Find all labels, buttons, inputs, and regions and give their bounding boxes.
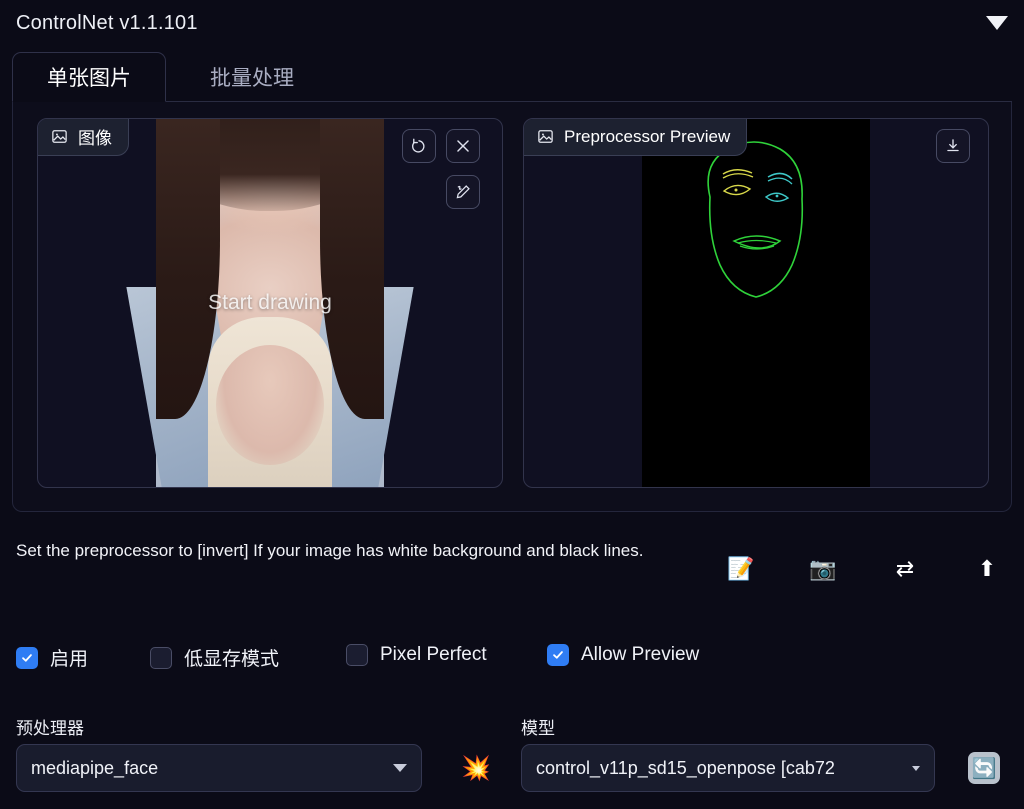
camera-icon[interactable]: 📷 xyxy=(806,552,840,586)
checkbox-pixel-perfect-label: Pixel Perfect xyxy=(380,644,487,665)
eyebrow-left-path-2 xyxy=(722,173,754,179)
checkbox-box xyxy=(547,644,569,666)
image-panel-badge: 图像 xyxy=(38,119,129,156)
check-icon xyxy=(553,651,563,659)
triangle-down-icon xyxy=(986,16,1008,30)
image-icon xyxy=(51,128,68,145)
preprocessor-dropdown[interactable]: mediapipe_face xyxy=(16,744,422,792)
refresh-models-button[interactable]: 🔄 xyxy=(968,752,1000,784)
upload-arrow-icon[interactable]: ⬆ xyxy=(970,552,1004,586)
undo-button[interactable] xyxy=(402,129,436,163)
boom-icon[interactable]: 💥 xyxy=(460,752,492,784)
preprocessor-hint: Set the preprocessor to [invert] If your… xyxy=(16,541,644,560)
swap-icon[interactable]: ⇄ xyxy=(888,552,922,586)
preprocessor-preview-panel[interactable]: Preprocessor Preview xyxy=(523,118,989,488)
chevron-down-icon xyxy=(393,764,407,772)
preview-panel-label: Preprocessor Preview xyxy=(564,126,731,146)
image-panel[interactable]: Start drawing 图像 xyxy=(37,118,503,488)
model-value: control_v11p_sd15_openpose [cab72 xyxy=(536,757,835,778)
collapse-toggle[interactable] xyxy=(984,10,1010,36)
checkbox-enable[interactable]: 启用 xyxy=(16,644,88,671)
pupil-right xyxy=(775,194,779,198)
draw-button[interactable] xyxy=(446,175,480,209)
check-icon xyxy=(22,653,32,662)
chevron-down-icon xyxy=(912,765,920,771)
memo-icon[interactable]: 📝 xyxy=(724,552,758,586)
face-mesh-svg xyxy=(707,141,804,298)
download-button[interactable] xyxy=(936,129,970,163)
options-row: 启用 低显存模式 Pixel Perfect Allow Preview xyxy=(16,644,1008,674)
preprocessor-value: mediapipe_face xyxy=(31,757,159,778)
preprocessor-label: 预处理器 xyxy=(16,719,84,738)
page-title: ControlNet v1.1.101 xyxy=(16,11,198,34)
image-icon xyxy=(537,128,554,145)
image-canvas[interactable] xyxy=(38,119,502,487)
tab-panel-single-image: Start drawing 图像 Preprocessor Preview xyxy=(12,102,1012,512)
preview-canvas xyxy=(524,119,988,487)
checkbox-low-vram[interactable]: 低显存模式 xyxy=(150,644,279,671)
preview-panel-badge: Preprocessor Preview xyxy=(524,119,748,156)
model-label: 模型 xyxy=(521,719,555,738)
tab-single-image[interactable]: 单张图片 xyxy=(12,52,166,102)
pupil-left xyxy=(734,188,738,192)
tab-bar: 单张图片 批量处理 xyxy=(12,52,1012,102)
clear-button[interactable] xyxy=(446,129,480,163)
checkbox-box xyxy=(16,646,38,669)
checkbox-box xyxy=(346,644,368,666)
lips-inner-path xyxy=(737,239,777,244)
source-photo xyxy=(126,119,414,487)
checkbox-box xyxy=(150,646,172,669)
checkbox-pixel-perfect[interactable]: Pixel Perfect xyxy=(346,644,487,666)
face-outline-path xyxy=(707,141,804,298)
controlnet-header: ControlNet v1.1.101 xyxy=(0,0,1024,46)
checkbox-allow-preview[interactable]: Allow Preview xyxy=(547,644,699,666)
checkbox-allow-preview-label: Allow Preview xyxy=(581,644,700,665)
image-panel-label: 图像 xyxy=(78,129,112,148)
model-dropdown[interactable]: control_v11p_sd15_openpose [cab72 xyxy=(521,744,935,792)
photo-chest xyxy=(216,345,324,465)
face-mesh-render xyxy=(642,119,870,487)
hint-action-icons: 📝 📷 ⇄ ⬆ xyxy=(724,552,1004,586)
eyebrow-right-path-2 xyxy=(767,177,793,185)
checkbox-enable-label: 启用 xyxy=(50,649,89,670)
tab-batch-process[interactable]: 批量处理 xyxy=(182,52,322,102)
checkbox-low-vram-label: 低显存模式 xyxy=(184,649,280,670)
